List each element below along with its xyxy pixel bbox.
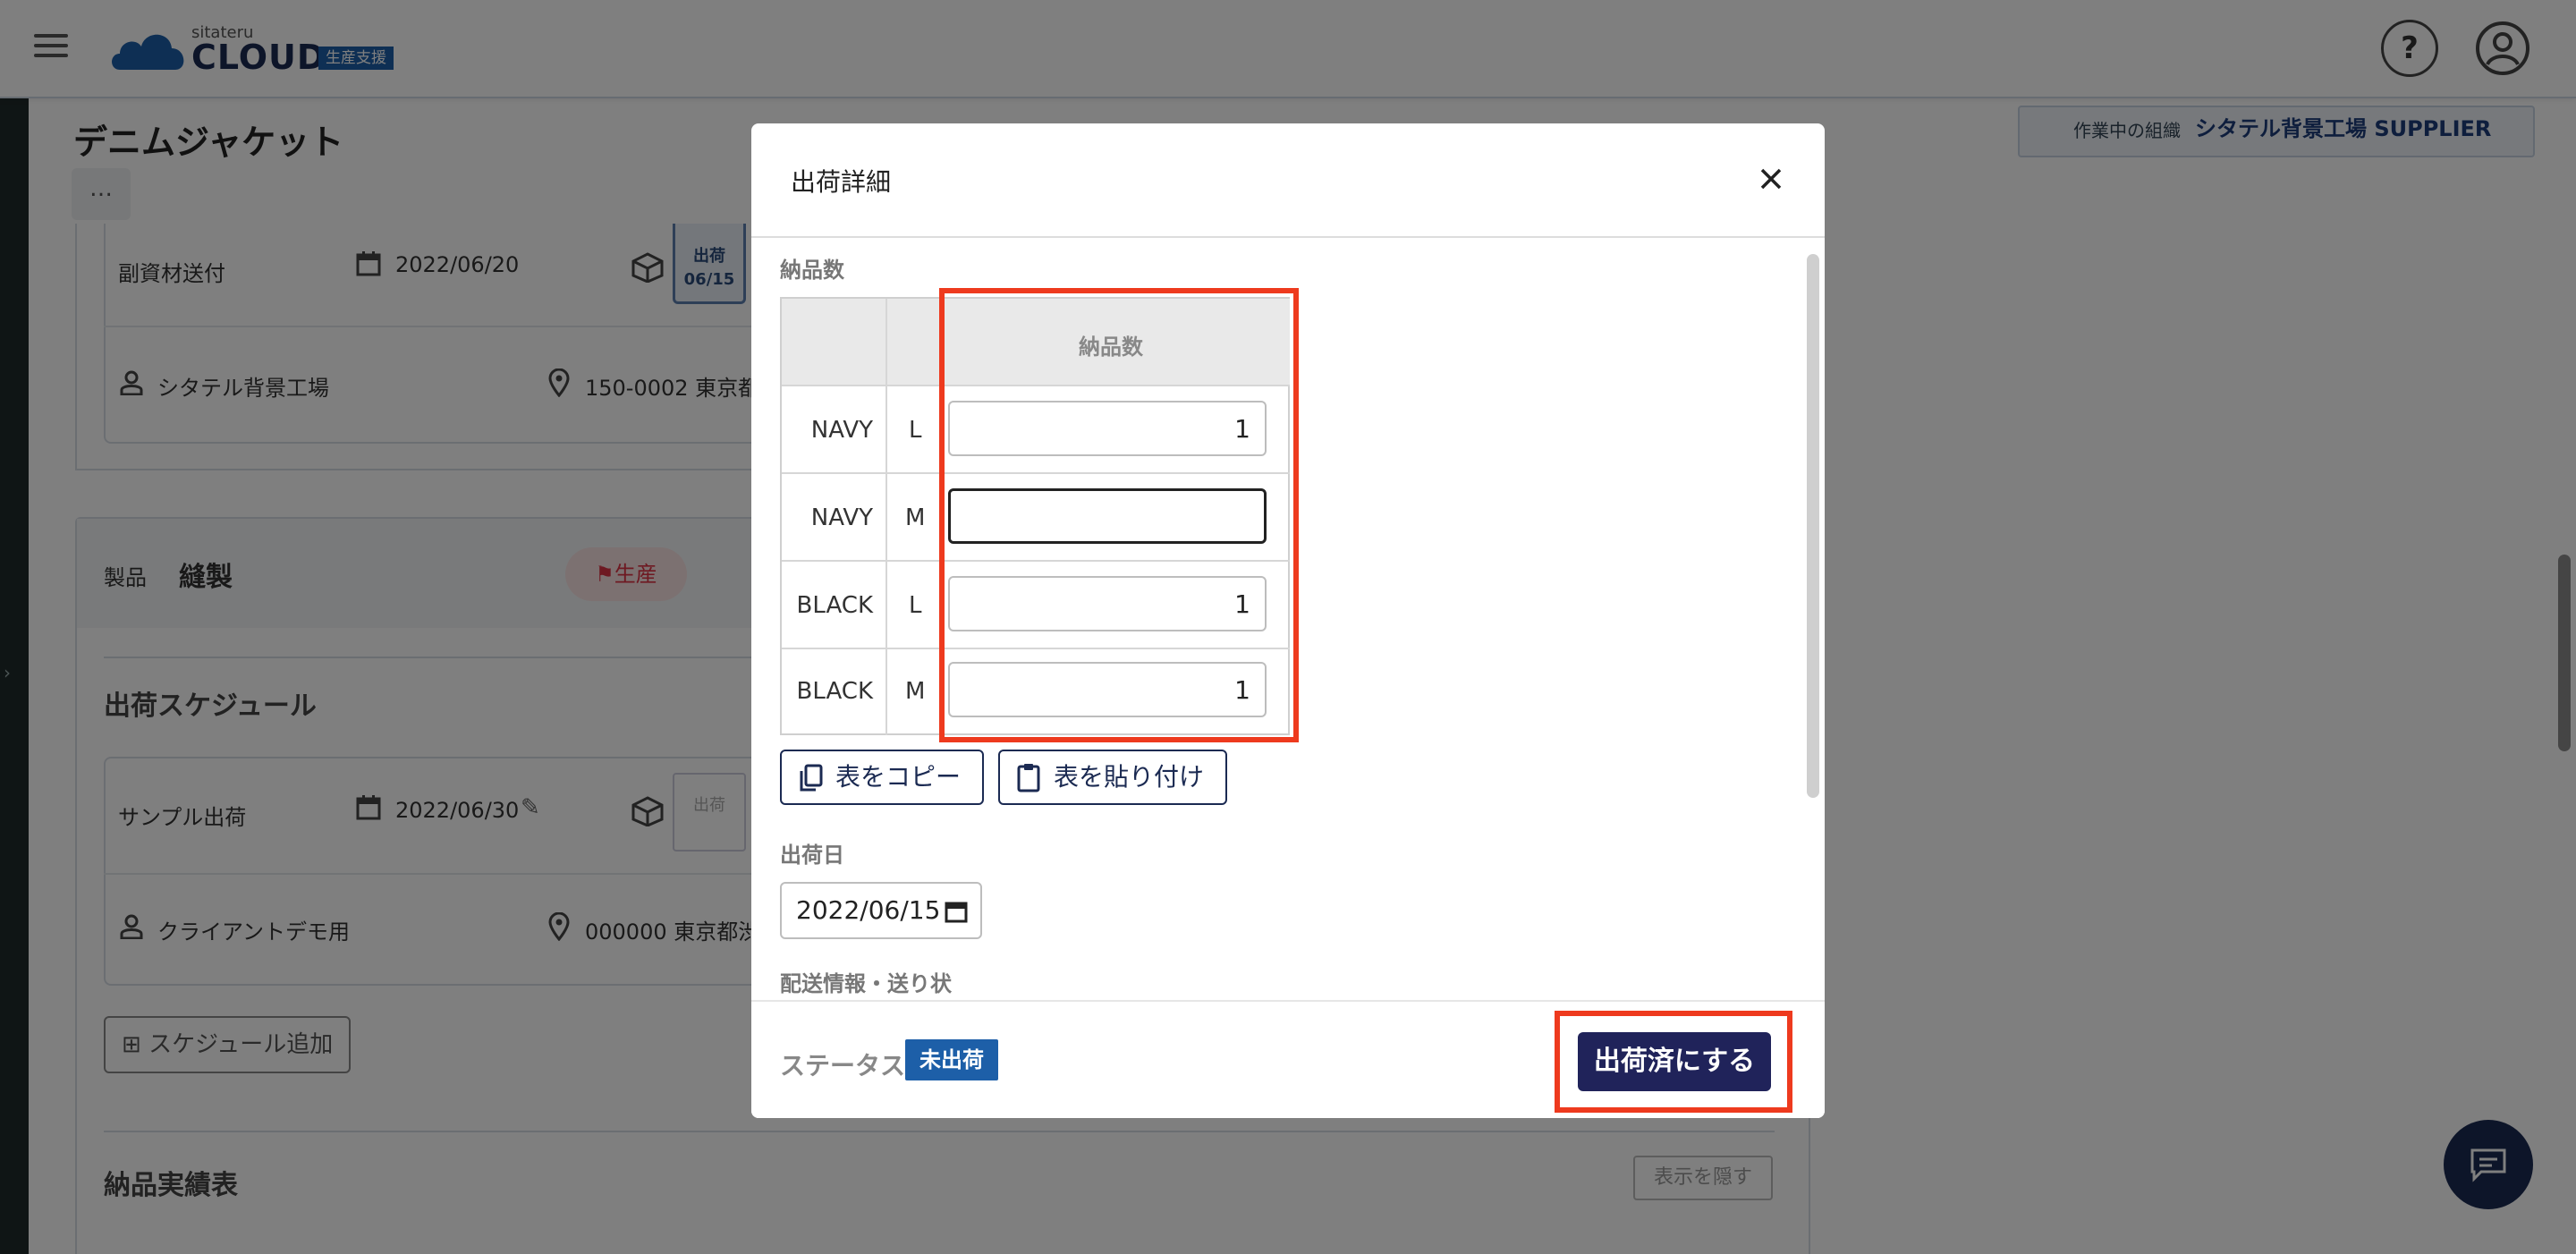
copy-icon xyxy=(800,764,823,792)
ship-date-input[interactable]: 2022/06/15 xyxy=(780,882,982,939)
color-label: BLACK xyxy=(796,592,873,619)
ship-date-label: 出荷日 xyxy=(780,843,844,868)
highlight-quantity-column xyxy=(939,288,1299,742)
size-label: L xyxy=(909,592,922,619)
color-label: NAVY xyxy=(810,504,873,531)
calendar-icon[interactable] xyxy=(945,900,968,923)
table-cell: M xyxy=(887,649,945,735)
table-header-cell xyxy=(887,299,945,386)
dialog-scrollbar[interactable] xyxy=(1807,254,1819,798)
paste-table-button[interactable]: 表を貼り付け xyxy=(998,750,1227,805)
color-label: BLACK xyxy=(796,678,873,705)
quantity-section-label: 納品数 xyxy=(780,258,844,283)
status-badge: 未出荷 xyxy=(905,1039,998,1080)
table-cell: L xyxy=(887,562,945,649)
size-label: L xyxy=(909,417,922,444)
dialog-title: 出荷詳細 xyxy=(791,167,892,197)
table-header-cell xyxy=(782,299,887,386)
table-cell: BLACK xyxy=(782,649,887,735)
table-cell: BLACK xyxy=(782,562,887,649)
table-cell: L xyxy=(887,386,945,474)
close-icon[interactable] xyxy=(1751,159,1791,199)
table-cell: NAVY xyxy=(782,474,887,562)
size-label: M xyxy=(905,678,926,705)
status-label: ステータス xyxy=(780,1051,906,1080)
color-label: NAVY xyxy=(810,417,873,444)
size-label: M xyxy=(905,504,926,531)
shipment-detail-dialog: 出荷詳細 納品数 納品数 NAVY L NAVY M BLACK L BLACK… xyxy=(751,123,1825,1118)
divider xyxy=(751,236,1825,238)
shipping-info-label: 配送情報・送り状 xyxy=(780,971,952,996)
clipboard-icon xyxy=(1017,764,1040,792)
highlight-ship-button xyxy=(1555,1011,1792,1113)
table-cell: M xyxy=(887,474,945,562)
table-cell: NAVY xyxy=(782,386,887,474)
copy-table-button[interactable]: 表をコピー xyxy=(780,750,984,805)
